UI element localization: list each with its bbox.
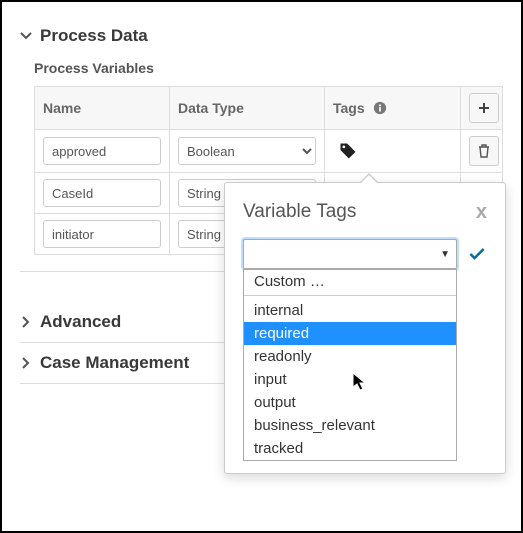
- section-title: Case Management: [40, 353, 189, 373]
- tag-option[interactable]: business_relevant: [244, 414, 456, 437]
- chevron-down-icon: ▼: [440, 249, 450, 260]
- variable-tags-popover: Variable Tags x ▼ Custom … internal requ…: [224, 182, 506, 474]
- var-type-select[interactable]: Boolean: [178, 137, 316, 165]
- tag-option[interactable]: input: [244, 368, 456, 391]
- close-icon[interactable]: x: [476, 202, 487, 222]
- section-header-process-data[interactable]: Process Data: [20, 26, 503, 46]
- tag-option[interactable]: tracked: [244, 437, 456, 460]
- tag-option[interactable]: required: [244, 322, 456, 345]
- tag-dropdown: Custom … internal required readonly inpu…: [243, 269, 457, 461]
- popover-title: Variable Tags: [243, 201, 356, 223]
- tag-option[interactable]: Custom …: [244, 270, 456, 296]
- tag-option[interactable]: readonly: [244, 345, 456, 368]
- col-header-tags: Tags: [325, 87, 461, 130]
- var-name-input[interactable]: [43, 179, 161, 207]
- chevron-down-icon: [20, 30, 34, 42]
- section-title: Advanced: [40, 312, 121, 332]
- tag-option[interactable]: internal: [244, 299, 456, 322]
- col-header-data-type: Data Type: [170, 87, 325, 130]
- info-icon: [373, 100, 387, 116]
- tag-icon[interactable]: [333, 136, 363, 166]
- add-variable-button[interactable]: [469, 93, 499, 123]
- tag-combobox-input[interactable]: ▼: [243, 239, 457, 269]
- var-name-input[interactable]: [43, 220, 161, 248]
- chevron-right-icon: [20, 357, 34, 369]
- section-title: Process Data: [40, 26, 148, 46]
- confirm-tag-button[interactable]: [467, 244, 487, 264]
- tag-option[interactable]: output: [244, 391, 456, 414]
- table-row: Boolean: [35, 130, 503, 173]
- tag-combobox: ▼ Custom … internal required readonly in…: [243, 239, 457, 269]
- process-variables-subtitle: Process Variables: [34, 60, 503, 76]
- chevron-right-icon: [20, 316, 34, 328]
- delete-row-button[interactable]: [469, 136, 499, 166]
- col-header-name: Name: [35, 87, 170, 130]
- var-name-input[interactable]: [43, 137, 161, 165]
